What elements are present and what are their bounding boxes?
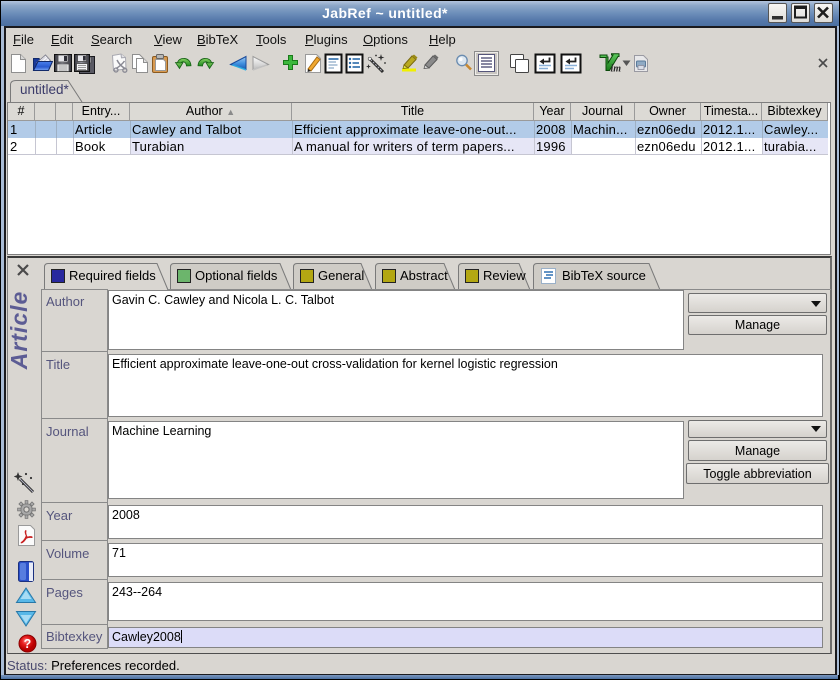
svg-text:?: ? xyxy=(24,637,32,651)
svg-text:im: im xyxy=(611,64,622,74)
